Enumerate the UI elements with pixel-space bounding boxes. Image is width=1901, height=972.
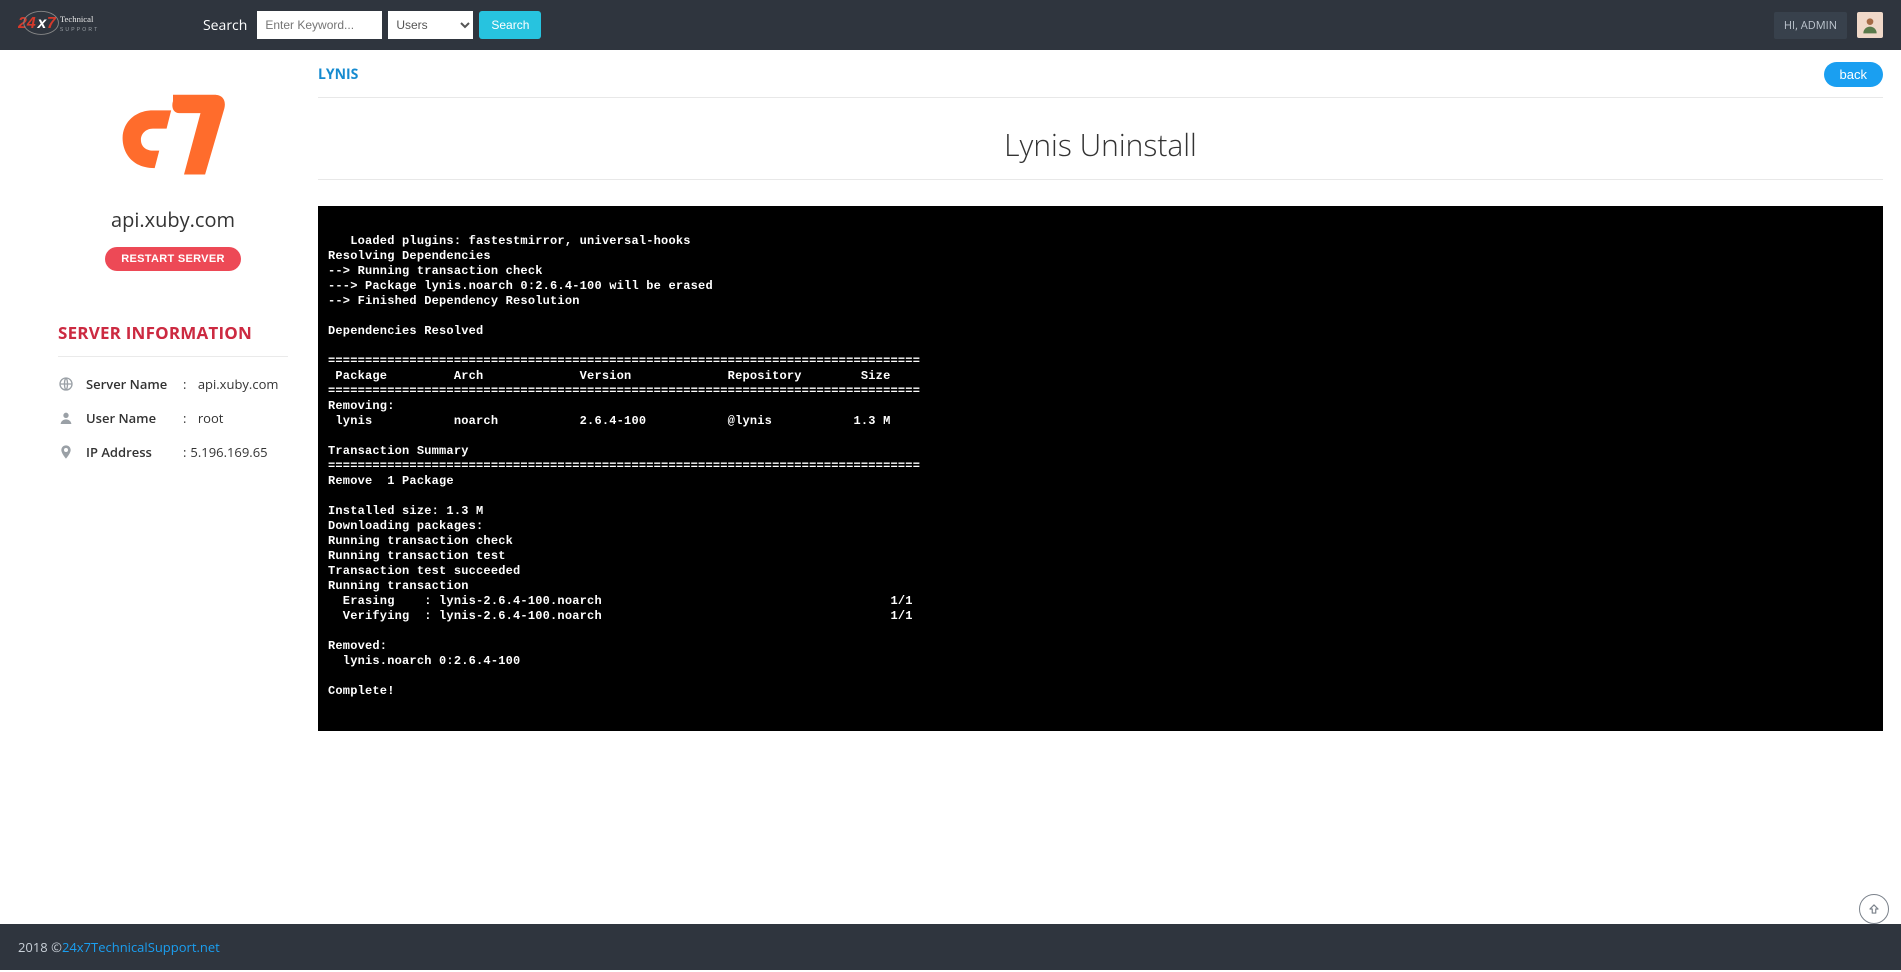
svg-text:SUPPORT: SUPPORT [60,27,99,33]
info-separator: : [183,375,186,393]
content-header: LYNIS back [318,60,1883,98]
search-label: Search [203,16,247,35]
page-body: api.xuby.com RESTART SERVER SERVER INFOR… [0,50,1901,924]
avatar-icon [1860,15,1880,35]
info-separator: : [183,443,186,461]
back-button[interactable]: back [1824,62,1883,87]
footer-year: 2018 © [18,938,62,956]
svg-text:Technical: Technical [60,14,94,24]
server-info-heading: SERVER INFORMATION [58,321,288,344]
svg-text:x: x [37,15,48,32]
terminal-output: Loaded plugins: fastestmirror, universal… [318,206,1883,731]
server-info-divider [58,356,288,357]
logo-icon: 24 x 7 Technical SUPPORT [18,9,148,41]
server-domain: api.xuby.com [58,206,288,233]
info-label: Server Name [86,375,179,393]
cpanel-icon [118,90,228,182]
info-value: api.xuby.com [198,375,279,393]
footer: 2018 © 24x7TechnicalSupport.net [0,924,1901,970]
info-value: root [198,409,224,427]
footer-link[interactable]: 24x7TechnicalSupport.net [62,938,220,956]
info-value: 5.196.169.65 [190,443,267,461]
avatar[interactable] [1857,12,1883,38]
main-content: LYNIS back Lynis Uninstall Loaded plugin… [318,50,1883,924]
info-row-user-name: User Name : root [58,409,288,427]
info-label: IP Address [86,443,179,461]
scroll-to-top-button[interactable] [1859,894,1889,924]
search-area: Search Users Search [203,11,541,39]
search-button[interactable]: Search [479,11,541,39]
info-label: User Name [86,409,179,427]
breadcrumb[interactable]: LYNIS [318,65,358,84]
arrow-up-icon [1867,902,1881,916]
sidebar: api.xuby.com RESTART SERVER SERVER INFOR… [18,50,318,924]
topbar-right: HI, ADMIN [1774,12,1883,39]
user-icon [58,410,74,426]
topbar: 24 x 7 Technical SUPPORT Search Users Se… [0,0,1901,50]
search-type-select[interactable]: Users [388,11,473,39]
info-row-server-name: Server Name : api.xuby.com [58,375,288,393]
page-title: Lynis Uninstall [318,124,1883,165]
restart-server-button[interactable]: RESTART SERVER [105,247,240,271]
app-logo: 24 x 7 Technical SUPPORT [18,9,203,41]
info-separator: : [183,409,186,427]
globe-icon [58,376,74,392]
map-marker-icon [58,444,74,460]
title-divider [318,179,1883,180]
user-greeting[interactable]: HI, ADMIN [1774,12,1847,39]
search-input[interactable] [257,11,382,39]
cpanel-logo [58,90,288,186]
info-row-ip-address: IP Address : 5.196.169.65 [58,443,288,461]
